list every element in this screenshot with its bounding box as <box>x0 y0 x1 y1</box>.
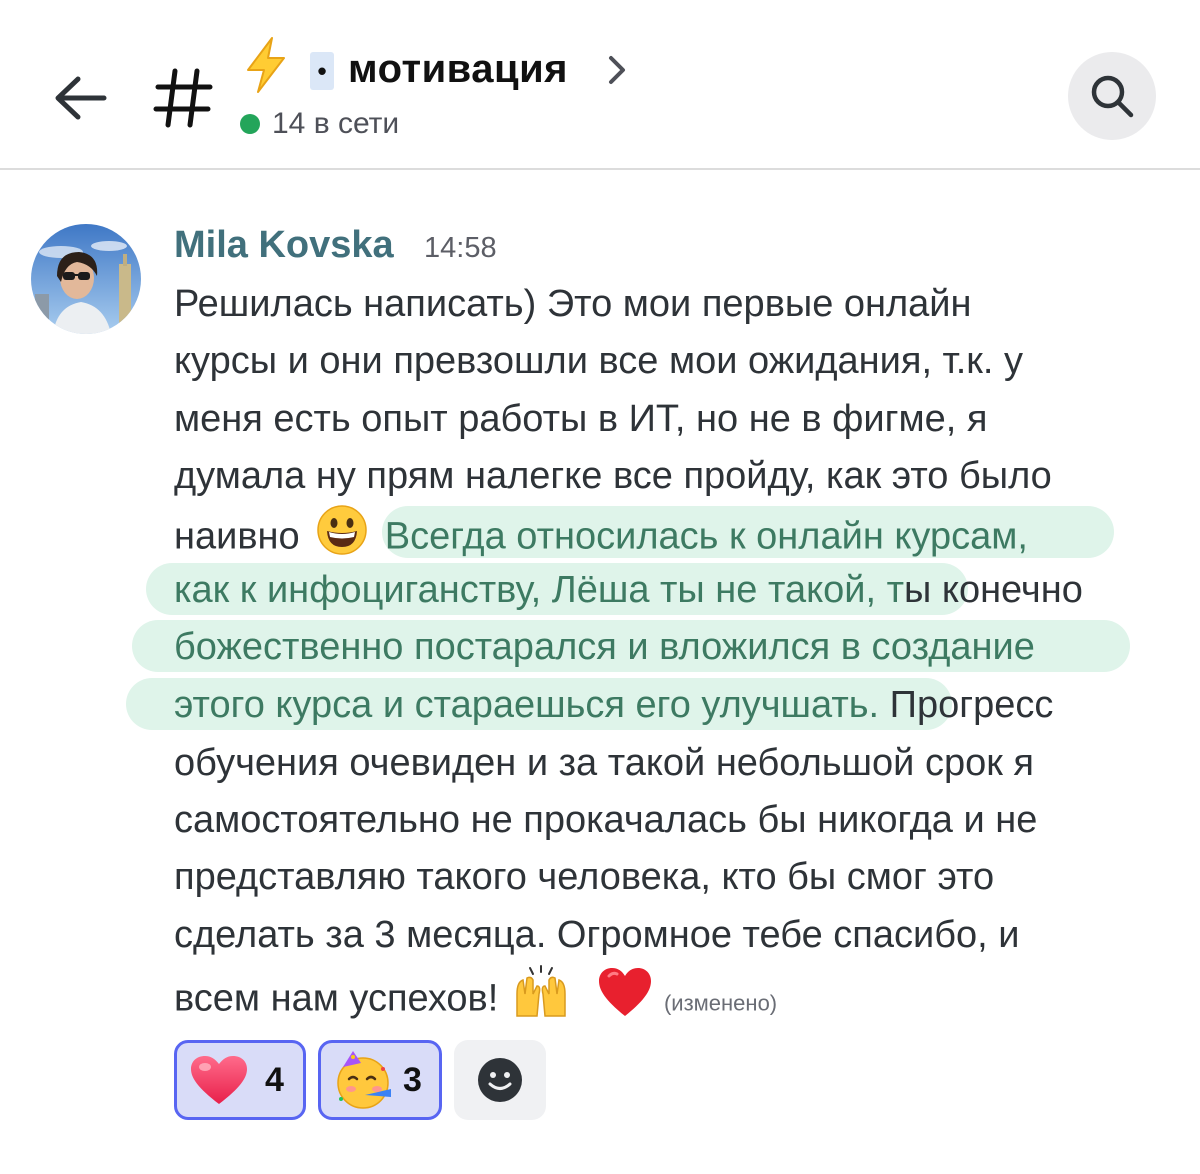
channel-dot[interactable]: • <box>310 52 334 90</box>
hash-icon <box>148 58 218 138</box>
message-text: наивно <box>174 515 300 558</box>
message-author[interactable]: Mila Kovska <box>174 220 394 270</box>
back-arrow-icon <box>55 76 107 120</box>
reaction-count: 4 <box>265 1061 284 1099</box>
online-count: 14 в сети <box>272 107 400 140</box>
edited-label: (изменено) <box>663 990 778 1016</box>
message-line: самостоятельно не прокачалась бы никогда… <box>174 799 1038 841</box>
highlighted-text: божественно постарался и вложился в созд… <box>174 626 1035 668</box>
highlighted-text: как к инфоциганству, Лёша ты не такой, т <box>174 569 905 611</box>
lightning-icon <box>247 37 285 93</box>
message-line: этого курса и стараешься его улучшать. П… <box>174 676 1053 734</box>
channel-info-button[interactable] <box>602 52 632 88</box>
channel-header: • мотивация 14 в сети <box>0 0 1200 170</box>
message-text: Прогресс <box>879 684 1054 726</box>
reaction-partying-face[interactable]: 3 <box>318 1040 442 1120</box>
message-line: представляю такого человека, кто бы смог… <box>174 856 995 898</box>
search-icon <box>1091 75 1134 118</box>
message-line: меня есть опыт работы в ИТ, но не в фигм… <box>174 398 988 440</box>
smiley-add-icon <box>478 1058 522 1102</box>
back-button[interactable] <box>40 58 120 138</box>
message-line: Решилась написать) Это мои первые онлайн <box>174 283 972 325</box>
heart-icon <box>189 1054 249 1106</box>
highlighted-text: Всегда относилась к онлайн курсам, <box>384 515 1028 558</box>
reaction-heart[interactable]: 4 <box>174 1040 306 1120</box>
message-line: думала ну прям налегке все пройду, как э… <box>174 455 1052 497</box>
chevron-right-icon <box>609 56 625 84</box>
message-line: божественно постарался и вложился в созд… <box>174 618 1035 676</box>
reaction-count: 3 <box>403 1061 422 1099</box>
search-button[interactable] <box>1068 52 1156 140</box>
message-line: сделать за 3 месяца. Огромное тебе спаси… <box>174 914 1020 956</box>
avatar[interactable] <box>31 224 141 334</box>
message-text: всем нам успехов! <box>174 977 499 1020</box>
message-line: как к инфоциганству, Лёша ты не такой, т… <box>174 561 1083 619</box>
message-line: курсы и они превзошли все мои ожидания, … <box>174 340 1024 382</box>
message-line: обучения очевиден и за такой небольшой с… <box>174 742 1034 784</box>
highlighted-text: этого курса и стараешься его улучшать. <box>174 684 880 726</box>
message-timestamp: 14:58 <box>424 232 497 264</box>
raising-hands-icon <box>511 964 571 1037</box>
channel-title[interactable]: мотивация <box>348 44 568 94</box>
red-heart-icon <box>597 966 653 1035</box>
partying-face-icon <box>333 1049 395 1111</box>
channel-emoji[interactable] <box>240 36 292 107</box>
message-text: ы конечно <box>904 569 1083 611</box>
online-status-dot <box>240 114 260 134</box>
add-reaction-button[interactable] <box>454 1040 546 1120</box>
message-line: всем нам успехов! (изменено) <box>174 964 777 1037</box>
